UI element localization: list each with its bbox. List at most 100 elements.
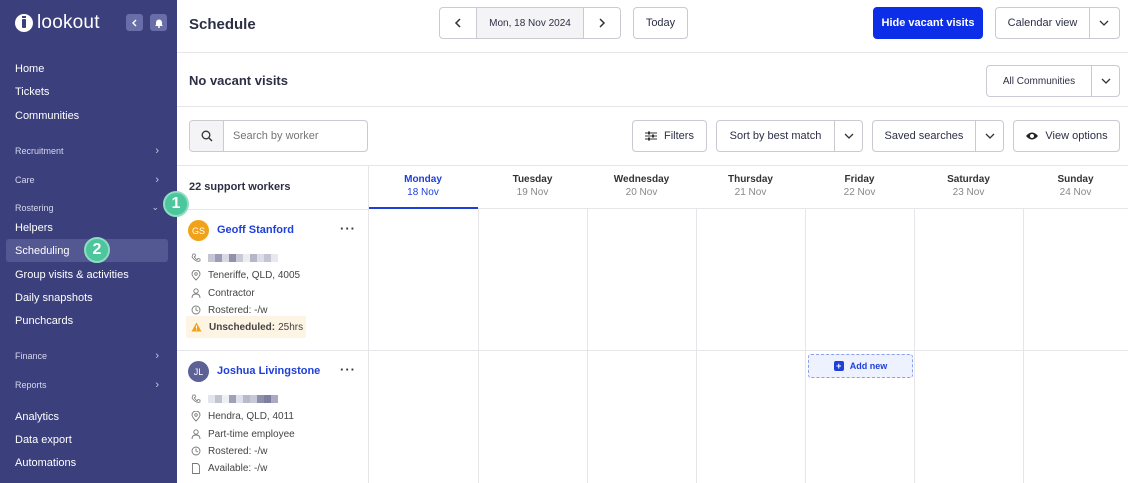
clock-icon [191, 446, 201, 456]
chevron-right-icon: › [155, 145, 159, 157]
saved-searches-dropdown[interactable]: Saved searches [872, 120, 1004, 152]
worker-unscheduled: Unscheduled: 25hrs [191, 320, 303, 334]
avatar: JL [188, 361, 209, 382]
role-text: Part-time employee [208, 428, 295, 440]
schedule-grid: 22 support workers Monday 18 Nov Tuesday 1… [177, 165, 1128, 483]
view-options-button[interactable]: View options [1013, 120, 1120, 152]
worker-rostered: Rostered: -/w [191, 444, 267, 458]
sidebar-item-helpers[interactable]: Helpers [15, 222, 53, 234]
day-name: Thursday [727, 174, 773, 185]
location-pin-icon [191, 410, 201, 422]
calendar-view-dropdown[interactable]: Calendar view [995, 7, 1120, 39]
day-date: 20 Nov [625, 187, 658, 198]
lookout-logo-icon [15, 14, 33, 32]
day-header-sunday[interactable]: Sunday 24 Nov [1023, 166, 1128, 209]
previous-week-button[interactable] [440, 8, 477, 38]
worker-available: Available: -/w [191, 461, 267, 475]
collapse-sidebar-button[interactable] [126, 14, 143, 31]
view-options-label: View options [1045, 130, 1108, 142]
main-content: Schedule Mon, 18 Nov 2024 Today Hide vac… [177, 0, 1128, 483]
day-header-wednesday[interactable]: Wednesday 20 Nov [587, 166, 696, 209]
day-header-monday[interactable]: Monday 18 Nov [368, 166, 478, 209]
day-name: Tuesday [512, 174, 553, 185]
chevron-right-icon: › [155, 174, 159, 186]
unscheduled-label: Unscheduled: [209, 321, 276, 333]
bell-icon [154, 19, 163, 28]
sidebar-item-tickets[interactable]: Tickets [15, 86, 49, 98]
search-input[interactable] [224, 121, 364, 151]
sort-dropdown[interactable]: Sort by best match [716, 120, 863, 152]
worker-row: GS Geoff Stanford ··· Teneriffe, QLD, 40… [177, 209, 368, 350]
add-new-label: Add new [849, 361, 888, 371]
phone-icon [191, 394, 201, 403]
chevron-down-icon: ⌄ [151, 202, 159, 212]
chevron-down-icon [975, 121, 1003, 151]
sidebar-item-analytics[interactable]: Analytics [15, 411, 59, 423]
sidebar-group-recruitment[interactable]: Recruitment › [15, 145, 159, 157]
today-button[interactable]: Today [633, 7, 688, 39]
worker-rostered: Rostered: -/w [191, 303, 267, 317]
role-text: Contractor [208, 287, 255, 299]
next-week-button[interactable] [583, 8, 620, 38]
support-workers-count: 22 support workers [189, 181, 291, 193]
toolbar: Filters Sort by best match Saved searche… [177, 107, 1128, 165]
avatar: GS [188, 220, 209, 241]
add-new-visit-button[interactable]: + Add new [808, 354, 913, 378]
sidebar-group-rostering[interactable]: Rostering ⌄ [15, 202, 159, 213]
sidebar-group-finance[interactable]: Finance › [15, 350, 159, 362]
brand-logo[interactable]: lookout [15, 12, 100, 33]
sort-label: Sort by best match [729, 130, 822, 142]
grid-divider [1023, 209, 1024, 483]
day-date: 23 Nov [952, 187, 985, 198]
sidebar-group-label: Care [15, 175, 35, 185]
day-date: 24 Nov [1059, 187, 1092, 198]
day-date: 21 Nov [734, 187, 767, 198]
filters-label: Filters [664, 130, 694, 142]
worker-role: Part-time employee [191, 427, 295, 441]
sidebar-item-group-visits[interactable]: Group visits & activities [15, 269, 129, 281]
more-options-icon[interactable]: ··· [340, 362, 356, 377]
day-date: 18 Nov [407, 187, 439, 198]
address-text: Hendra, QLD, 4011 [208, 410, 294, 422]
sidebar-item-automations[interactable]: Automations [15, 457, 76, 469]
worker-name-link[interactable]: Geoff Stanford [217, 224, 294, 236]
date-navigator: Mon, 18 Nov 2024 [439, 7, 621, 39]
page-title: Schedule [189, 16, 256, 33]
eye-icon [1026, 132, 1039, 140]
search-box [189, 120, 368, 152]
sidebar-group-reports[interactable]: Reports › [15, 379, 159, 391]
sidebar-item-communities[interactable]: Communities [15, 110, 79, 122]
chevron-right-icon [599, 18, 606, 28]
chevron-left-icon [454, 18, 461, 28]
rostered-text: Rostered: -/w [208, 304, 268, 316]
worker-name-link[interactable]: Joshua Livingstone [217, 365, 320, 377]
day-header-saturday[interactable]: Saturday 23 Nov [914, 166, 1023, 209]
day-header-tuesday[interactable]: Tuesday 19 Nov [478, 166, 587, 209]
sidebar-item-daily-snapshots[interactable]: Daily snapshots [15, 292, 93, 304]
vacant-visits-bar: No vacant visits All Communities [177, 53, 1128, 107]
grid-divider [478, 209, 479, 483]
notifications-button[interactable] [150, 14, 167, 31]
chevron-right-icon: › [155, 379, 159, 391]
sidebar-item-data-export[interactable]: Data export [15, 434, 72, 446]
hide-vacant-visits-button[interactable]: Hide vacant visits [873, 7, 983, 39]
grid-divider [696, 209, 697, 483]
unscheduled-value: 25hrs [278, 321, 304, 333]
chevron-down-icon [1089, 8, 1117, 38]
sidebar-group-care[interactable]: Care › [15, 174, 159, 186]
sidebar-item-scheduling[interactable]: Scheduling [15, 245, 69, 257]
sidebar-item-home[interactable]: Home [15, 63, 44, 75]
chevron-down-icon [834, 121, 862, 151]
plus-icon: + [833, 361, 844, 371]
day-header-thursday[interactable]: Thursday 21 Nov [696, 166, 805, 209]
communities-dropdown[interactable]: All Communities [986, 65, 1120, 97]
day-name: Wednesday [613, 174, 670, 185]
sidebar-item-punchcards[interactable]: Punchcards [15, 315, 73, 327]
filters-button[interactable]: Filters [632, 120, 707, 152]
current-date-label[interactable]: Mon, 18 Nov 2024 [477, 8, 583, 38]
day-header-friday[interactable]: Friday 22 Nov [805, 166, 914, 209]
chevron-down-icon [1091, 66, 1119, 96]
brand-name: lookout [37, 12, 100, 33]
more-options-icon[interactable]: ··· [340, 221, 356, 236]
redacted-phone [208, 254, 278, 262]
